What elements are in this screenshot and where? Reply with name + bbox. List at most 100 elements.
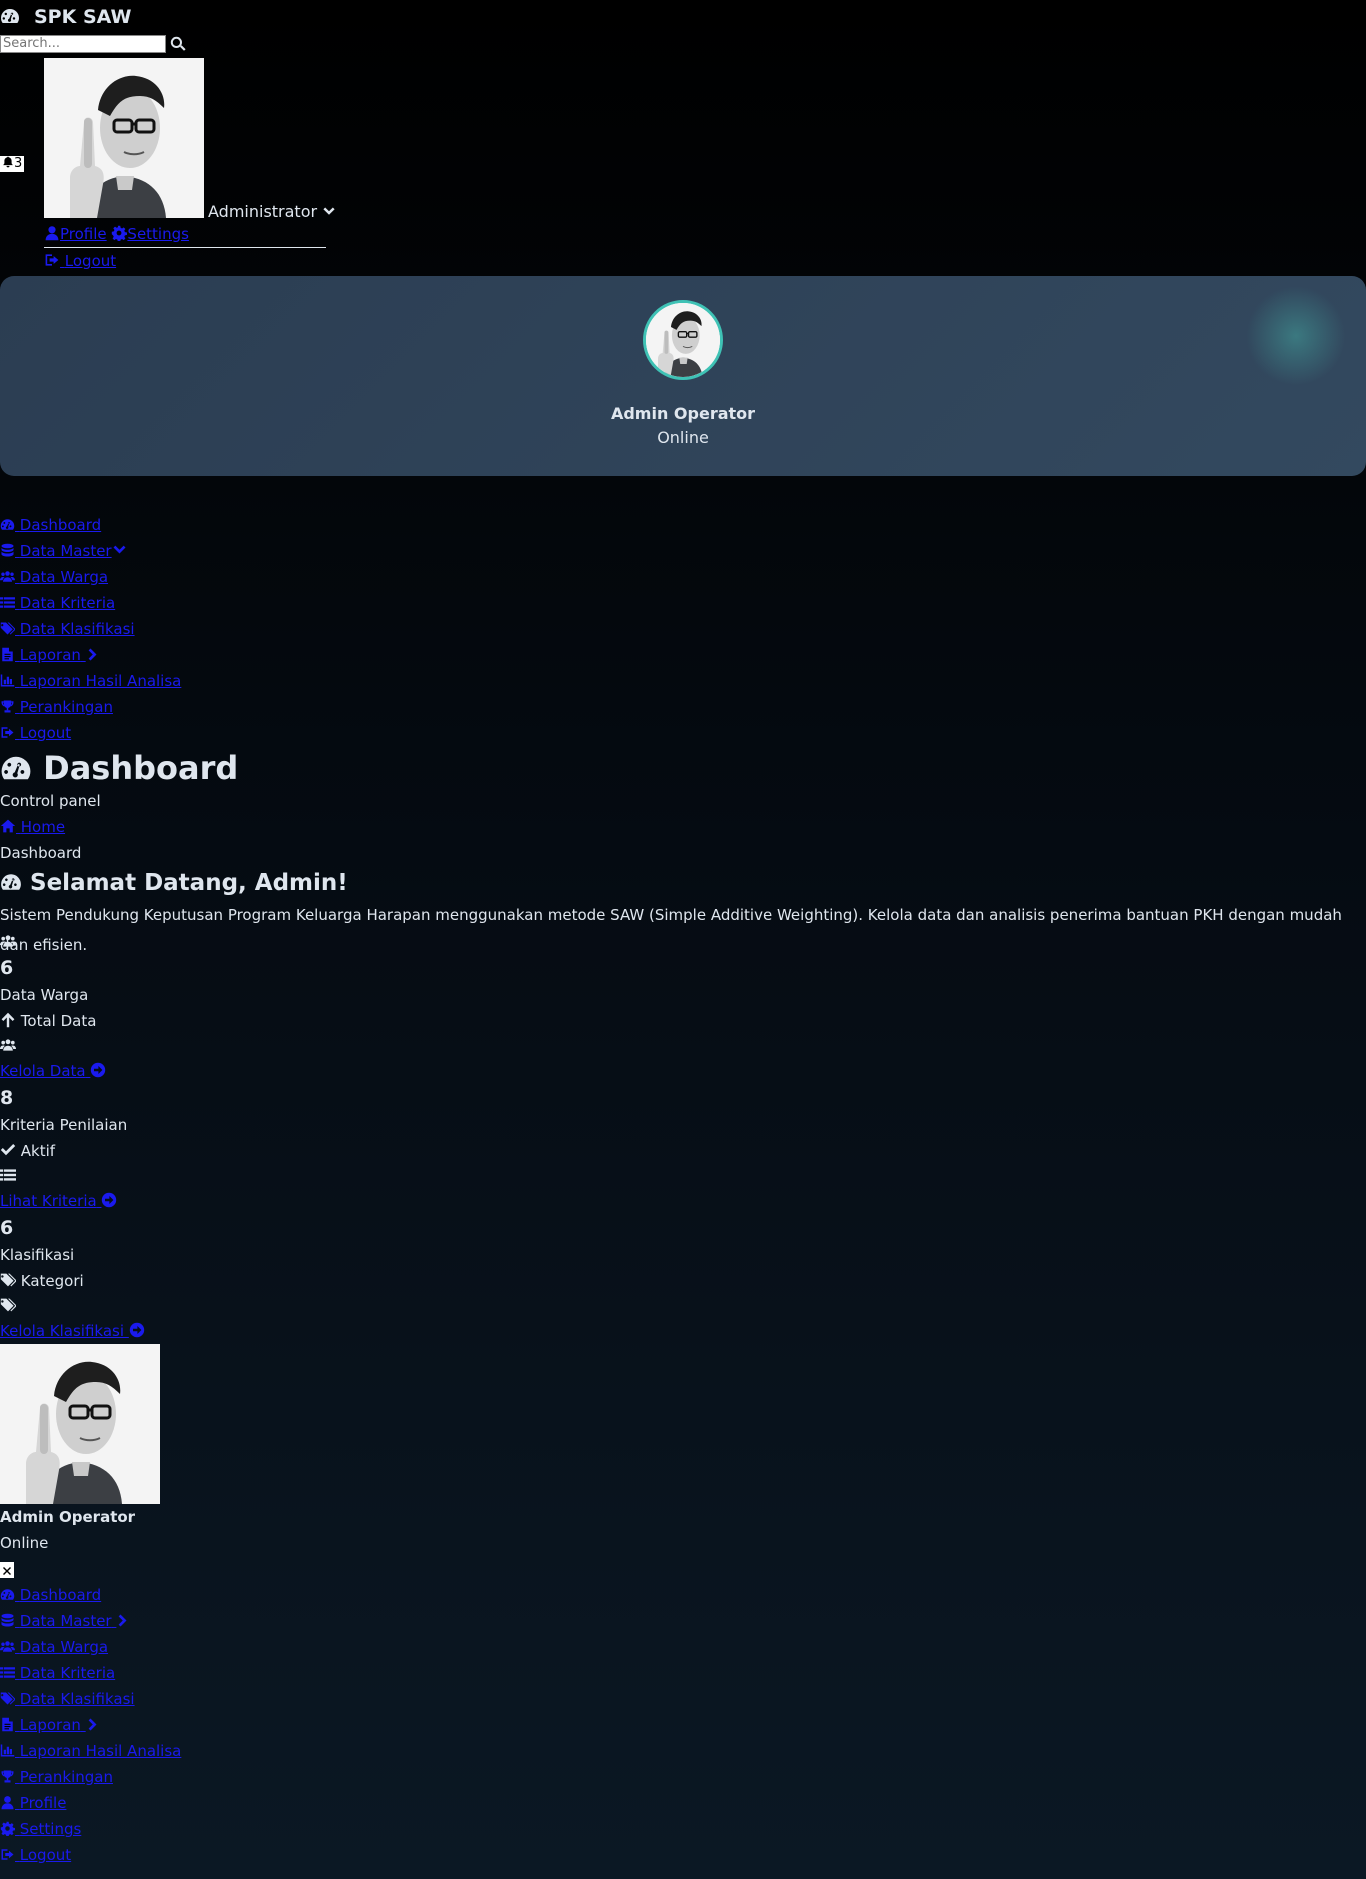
sidebar-item-dashboard[interactable]: Dashboard: [0, 516, 101, 534]
arrow-circle-right-icon: [101, 1192, 117, 1208]
stat-note-text: Kategori: [20, 1272, 84, 1290]
logout-link[interactable]: Logout: [44, 252, 116, 270]
dashboard-icon: [0, 1587, 15, 1602]
mobile-item-label: Data Master: [19, 1612, 112, 1630]
stat-note: Total Data: [0, 1008, 1366, 1034]
kelola-data-link[interactable]: Kelola Data: [0, 1062, 106, 1080]
lihat-kriteria-link[interactable]: Lihat Kriteria: [0, 1192, 117, 1210]
file-icon: [0, 1717, 15, 1732]
sidebar-item-label: Data Master: [19, 542, 112, 560]
list-icon: [0, 1665, 15, 1680]
breadcrumb-home-label: Home: [20, 818, 66, 836]
stat-bg-icon: [0, 1034, 1366, 1058]
mobile-user-name: Admin Operator: [0, 1508, 136, 1526]
mobile-item-dashboard[interactable]: Dashboard: [0, 1586, 101, 1604]
dashboard-icon: [0, 6, 20, 26]
mobile-item-data-warga[interactable]: Data Warga: [0, 1638, 108, 1656]
close-icon[interactable]: [0, 1561, 14, 1578]
profile-label: Profile: [60, 225, 107, 243]
avatar: [643, 300, 723, 380]
kelola-klasifikasi-link[interactable]: Kelola Klasifikasi: [0, 1322, 145, 1340]
sidebar-item-data-klasifikasi[interactable]: Data Klasifikasi: [0, 620, 135, 638]
sidebar-item-label: Laporan Hasil Analisa: [19, 672, 182, 690]
profile-status: Online: [657, 428, 709, 447]
settings-link[interactable]: Settings: [111, 225, 189, 243]
sidebar-item-data-warga[interactable]: Data Warga: [0, 568, 108, 586]
mobile-item-laporan-hasil-analisa[interactable]: Laporan Hasil Analisa: [0, 1742, 181, 1760]
logout-label: Logout: [64, 252, 117, 270]
tags-icon: [0, 1297, 16, 1313]
trophy-icon: [0, 699, 15, 714]
user-dropdown: Profile Settings Logout: [44, 221, 326, 274]
breadcrumb-current: Dashboard: [0, 844, 82, 862]
stat-bg-icon: [0, 1164, 1366, 1188]
dashboard-icon: [0, 517, 15, 532]
breadcrumb-home[interactable]: Home: [0, 818, 65, 836]
tags-icon: [0, 621, 15, 636]
logout-icon: [0, 1847, 15, 1862]
stat-value: 6: [0, 957, 14, 979]
profile-link[interactable]: Profile: [44, 225, 107, 243]
database-icon: [0, 1613, 15, 1628]
chevron-right-icon: [116, 1613, 131, 1628]
user-menu-toggle[interactable]: Administrator: [208, 202, 336, 221]
users-icon: [0, 1037, 16, 1053]
mobile-item-label: Perankingan: [19, 1768, 113, 1786]
sidebar-item-data-master[interactable]: Data Master: [0, 542, 127, 560]
mobile-item-label: Laporan Hasil Analisa: [19, 1742, 182, 1760]
mobile-item-data-kriteria[interactable]: Data Kriteria: [0, 1664, 115, 1682]
dashboard-icon: [0, 871, 22, 893]
mobile-item-label: Dashboard: [19, 1586, 102, 1604]
sidebar-item-perankingan[interactable]: Perankingan: [0, 698, 113, 716]
page-subtitle: Control panel: [0, 792, 101, 810]
mobile-item-data-klasifikasi[interactable]: Data Klasifikasi: [0, 1690, 135, 1708]
mobile-item-label: Laporan: [19, 1716, 81, 1734]
sidebar-item-logout[interactable]: Logout: [0, 724, 71, 742]
dashboard-icon: [0, 752, 32, 784]
welcome-title-text: Selamat Datang, Admin!: [30, 870, 348, 896]
top-header: SPK SAW 3 Administrator Profile Settings…: [0, 0, 1366, 274]
welcome-text: Sistem Pendukung Keputusan Program Kelua…: [0, 906, 1342, 954]
brand[interactable]: SPK SAW: [0, 0, 1366, 34]
decorative-glow: [1246, 286, 1346, 386]
mobile-item-label: Logout: [19, 1846, 72, 1864]
notification-count: 3: [14, 156, 23, 171]
sidebar-item-label: Data Warga: [19, 568, 109, 586]
mobile-item-label: Profile: [19, 1794, 67, 1812]
mobile-item-data-master[interactable]: Data Master: [0, 1612, 131, 1630]
user-icon: [44, 225, 60, 241]
notification-button[interactable]: 3: [0, 156, 25, 172]
user-icon: [0, 1795, 15, 1810]
mobile-item-profile[interactable]: Profile: [0, 1794, 66, 1812]
profile-name: Admin Operator: [610, 404, 756, 423]
mobile-item-logout[interactable]: Logout: [0, 1846, 71, 1864]
search-input[interactable]: [0, 34, 166, 53]
stat-link-label: Kelola Data: [0, 1062, 86, 1080]
user-area: 3 Administrator: [0, 56, 1366, 221]
mobile-item-label: Data Klasifikasi: [19, 1690, 135, 1708]
stat-note-text: Total Data: [20, 1012, 97, 1030]
sidebar-item-laporan[interactable]: Laporan: [0, 646, 101, 664]
stat-label: Data Warga: [0, 986, 89, 1004]
database-icon: [0, 543, 15, 558]
mobile-item-perankingan[interactable]: Perankingan: [0, 1768, 113, 1786]
chevron-right-icon: [86, 1717, 101, 1732]
mobile-item-laporan[interactable]: Laporan: [0, 1716, 101, 1734]
logout-icon: [0, 725, 15, 740]
search-icon[interactable]: [170, 36, 186, 52]
arrow-circle-right-icon: [129, 1322, 145, 1338]
mobile-item-label: Data Kriteria: [19, 1664, 116, 1682]
sidebar-item-laporan-hasil-analisa[interactable]: Laporan Hasil Analisa: [0, 672, 181, 690]
search-bar: [0, 34, 1366, 56]
users-icon: [0, 1639, 15, 1654]
sidebar-item-data-kriteria[interactable]: Data Kriteria: [0, 594, 115, 612]
trophy-icon: [0, 1769, 15, 1784]
user-photo[interactable]: [44, 58, 204, 218]
mobile-item-settings[interactable]: Settings: [0, 1820, 81, 1838]
arrow-up-icon: [0, 1012, 16, 1028]
sidebar-item-label: Laporan: [19, 646, 81, 664]
breadcrumb: Home: [0, 814, 1366, 840]
stat-label: Kriteria Penilaian: [0, 1116, 128, 1134]
stat-bg-icon: [0, 1294, 1366, 1318]
welcome-title: Selamat Datang, Admin!: [0, 866, 1366, 900]
